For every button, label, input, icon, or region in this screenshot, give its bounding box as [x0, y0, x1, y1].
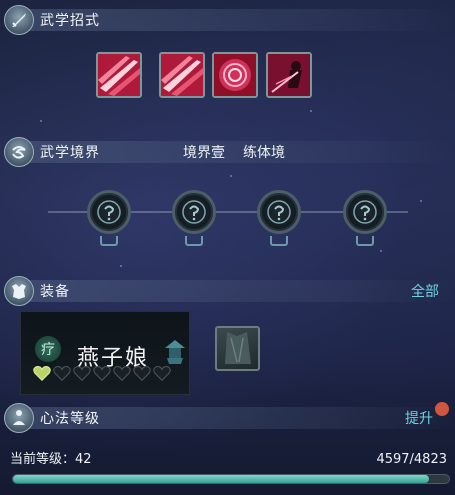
- heal-badge: 疗: [35, 336, 61, 362]
- skill-slot-2[interactable]: [159, 52, 205, 98]
- mind-method-header: 心法等级 提升: [4, 403, 451, 433]
- heart-empty-icon: [53, 365, 71, 381]
- locked-node-icon: [182, 200, 206, 224]
- rose-swirl-skill-icon: [214, 54, 256, 96]
- heart-empty-icon: [73, 365, 91, 381]
- heart-empty-icon: [153, 365, 171, 381]
- locked-node-icon: [267, 200, 291, 224]
- current-level: 当前等级：42: [10, 452, 92, 467]
- warrior-strike-skill-icon: [268, 54, 310, 96]
- realm-node-3[interactable]: [257, 190, 301, 234]
- notification-dot: [435, 402, 449, 416]
- realm-title: 武学境界: [40, 145, 100, 161]
- heart-empty-icon: [133, 365, 151, 381]
- meditation-icon: [4, 403, 34, 433]
- upgrade-link[interactable]: 提升: [405, 408, 433, 428]
- star-decoration: [40, 120, 42, 122]
- realm-stage: 练体境: [243, 145, 285, 161]
- exp-progress-bar: [12, 474, 450, 484]
- skill-slot-1[interactable]: [96, 52, 142, 98]
- exp-count: 4597/4823: [376, 452, 447, 467]
- realm-node-base: [100, 236, 118, 246]
- realm-node-1[interactable]: [87, 190, 131, 234]
- star-decoration: [120, 265, 122, 267]
- skill-slot-4[interactable]: [266, 52, 312, 98]
- realm-value: 境界壹: [183, 145, 225, 161]
- realm-node-base: [356, 236, 374, 246]
- all-equipment-link[interactable]: 全部: [411, 281, 439, 301]
- realm-node-base: [185, 236, 203, 246]
- equipment-header: 装备 全部: [4, 276, 451, 306]
- affinity-hearts: [33, 364, 171, 382]
- locked-node-icon: [97, 200, 121, 224]
- equipment-card[interactable]: 疗 燕子娘: [20, 311, 190, 395]
- hat-figure-icon: [163, 338, 187, 364]
- cloth-item-icon: [225, 332, 251, 364]
- swirl-icon: [4, 137, 34, 167]
- skills-title: 武学招式: [40, 13, 100, 29]
- realm-node-base: [270, 236, 288, 246]
- heart-empty-icon: [113, 365, 131, 381]
- mind-method-title: 心法等级: [40, 411, 100, 427]
- heart-filled-icon: [33, 365, 51, 381]
- skills-header: 武学招式: [4, 5, 451, 35]
- star-decoration: [230, 175, 232, 177]
- star-decoration: [310, 110, 312, 112]
- slash-skill-icon: [161, 54, 203, 96]
- realm-node-4[interactable]: [343, 190, 387, 234]
- exp-progress-fill: [13, 475, 429, 483]
- star-decoration: [420, 200, 422, 202]
- locked-node-icon: [353, 200, 377, 224]
- realm-node-2[interactable]: [172, 190, 216, 234]
- equipment-slot[interactable]: [215, 326, 260, 371]
- skill-slot-3[interactable]: [212, 52, 258, 98]
- sword-icon: [4, 5, 34, 35]
- equipment-title: 装备: [40, 284, 70, 300]
- star-decoration: [380, 250, 382, 252]
- armor-icon: [4, 276, 34, 306]
- realm-header: 武学境界: [4, 137, 451, 167]
- heart-empty-icon: [93, 365, 111, 381]
- slash-skill-icon: [98, 54, 140, 96]
